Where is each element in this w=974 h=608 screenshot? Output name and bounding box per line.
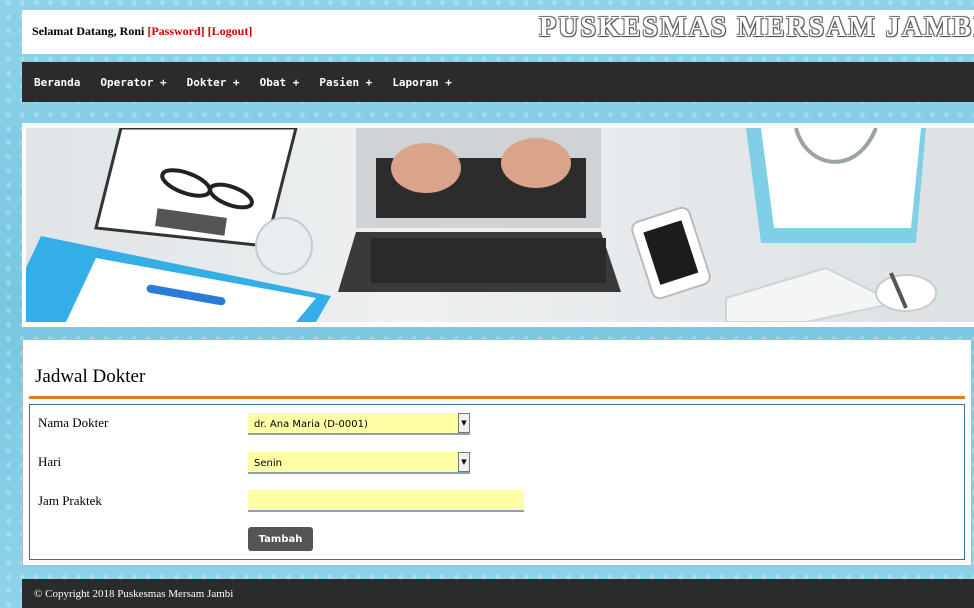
password-link[interactable]: [Password]: [147, 24, 204, 38]
nav-item-obat[interactable]: Obat +: [260, 76, 300, 89]
phone-icon: [631, 206, 711, 300]
hari-select[interactable]: Senin ▼: [248, 452, 470, 474]
welcome-text: Selamat Datang, Roni [Password] [Logout]: [32, 24, 252, 39]
main-navigation: Beranda Operator + Dokter + Obat + Pasie…: [22, 62, 974, 102]
title-divider: [29, 396, 965, 399]
top-header: Selamat Datang, Roni [Password] [Logout]…: [22, 10, 974, 54]
banner-illustration: [26, 128, 937, 322]
chevron-down-icon[interactable]: ▼: [458, 452, 470, 472]
welcome-greeting: Selamat Datang, Roni: [32, 24, 148, 38]
copyright-text: © Copyright 2018 Puskesmas Mersam Jambi: [34, 587, 234, 600]
nav-item-operator[interactable]: Operator +: [100, 76, 166, 89]
banner-image: [26, 128, 974, 322]
site-title: PUSKESMAS MERSAM JAMBI: [539, 12, 974, 43]
footer: © Copyright 2018 Puskesmas Mersam Jambi: [22, 579, 974, 608]
folder-icon: [746, 128, 926, 243]
nama-dokter-value: dr. Ana Maria (D-0001): [254, 419, 368, 430]
nav-item-laporan[interactable]: Laporan +: [392, 76, 452, 89]
nav-item-beranda[interactable]: Beranda: [34, 76, 80, 89]
hari-label: Hari: [38, 454, 62, 469]
laptop-icon: [338, 128, 621, 292]
glass-icon: [255, 217, 313, 275]
jam-praktek-label: Jam Praktek: [38, 493, 102, 508]
page-title: Jadwal Dokter: [35, 366, 146, 387]
tambah-button[interactable]: Tambah: [248, 527, 313, 551]
nav-item-pasien[interactable]: Pasien +: [319, 76, 372, 89]
hari-value: Senin: [254, 458, 282, 469]
nav-item-dokter[interactable]: Dokter +: [187, 76, 240, 89]
schedule-form: Nama Dokter dr. Ana Maria (D-0001) ▼ Har…: [29, 404, 965, 560]
nama-dokter-select[interactable]: dr. Ana Maria (D-0001) ▼: [248, 413, 470, 435]
keyboard-icon: [725, 266, 900, 322]
hands-icon: [391, 143, 461, 193]
logout-link[interactable]: [Logout]: [208, 24, 253, 38]
nama-dokter-label: Nama Dokter: [38, 415, 109, 430]
content-panel: Jadwal Dokter Nama Dokter dr. Ana Maria …: [22, 339, 972, 566]
chevron-down-icon[interactable]: ▼: [458, 413, 470, 433]
jam-praktek-input[interactable]: [248, 490, 524, 512]
header-banner: [22, 123, 974, 327]
